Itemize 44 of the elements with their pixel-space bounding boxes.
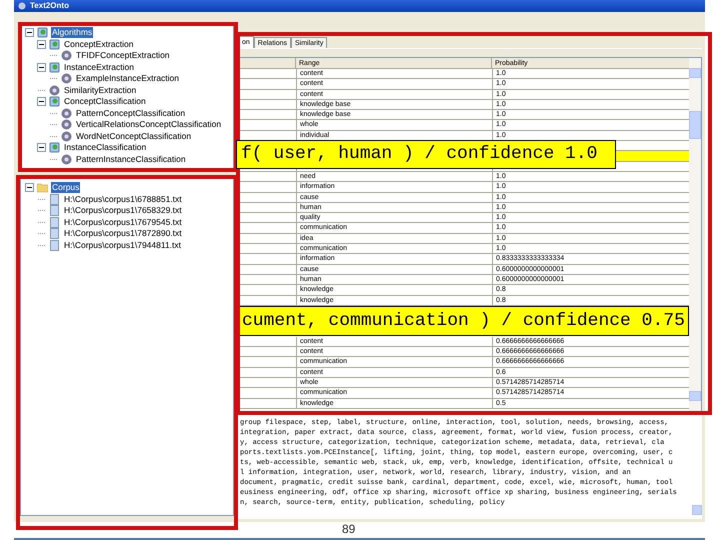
callout-tooltip: f( user, human ) / confidence 1.0	[236, 140, 616, 169]
gear-icon	[61, 73, 72, 84]
algorithm-icon	[49, 142, 60, 154]
tree-item[interactable]: H:\Corpus\corpus1\7679545.txt	[63, 216, 183, 228]
callout: cument, communication ) / confidence 0.75	[239, 306, 689, 336]
tree-item[interactable]: TFIDFConceptExtraction	[75, 50, 171, 62]
tree-item[interactable]: Algorithms	[51, 27, 94, 38]
algorithm-icon	[37, 27, 48, 38]
tree-item[interactable]: PatternInstanceClassification	[75, 154, 187, 165]
document-icon	[49, 228, 60, 240]
gear-icon	[61, 119, 72, 130]
tree-item[interactable]: Corpus	[51, 182, 80, 194]
document-icon	[49, 240, 60, 251]
gear-icon	[61, 108, 72, 119]
text-area[interactable]	[238, 415, 702, 519]
gear-icon	[61, 50, 72, 62]
tree-item[interactable]: ExampleInstanceExtraction	[75, 73, 180, 84]
tree-item[interactable]: WordNetConceptClassification	[75, 130, 192, 142]
tree-item[interactable]: SimilarityExtraction	[63, 84, 138, 96]
tree-item[interactable]: H:\Corpus\corpus1\7944811.txt	[63, 240, 182, 251]
tree-item[interactable]: ConceptClassification	[63, 96, 147, 108]
folder-icon	[37, 182, 48, 194]
algorithm-icon	[49, 96, 60, 108]
gear-icon	[61, 154, 72, 165]
document-icon	[49, 194, 60, 205]
scroll-down-button[interactable]	[692, 505, 702, 515]
gear-icon	[61, 130, 72, 142]
algorithm-icon	[49, 38, 60, 50]
window-title: Text2Onto	[30, 2, 69, 10]
algorithm-icon	[49, 62, 60, 73]
tree-item[interactable]: PatternConceptClassification	[75, 108, 186, 119]
document-icon	[49, 216, 60, 228]
tree-item[interactable]: H:\Corpus\corpus1\7658329.txt	[63, 205, 183, 216]
app-icon	[18, 2, 26, 10]
tree-item[interactable]: H:\Corpus\corpus1\7872890.txt	[63, 228, 183, 240]
tree-item[interactable]: ConceptExtraction	[63, 38, 134, 50]
tree-item[interactable]: InstanceExtraction	[63, 62, 135, 73]
tree-item[interactable]: InstanceClassification	[63, 142, 148, 154]
page-number: 89	[342, 522, 356, 536]
tree-item[interactable]: H:\Corpus\corpus1\6788851.txt	[63, 194, 183, 205]
tree-item[interactable]: VerticalRelationsConceptClassification	[75, 119, 222, 130]
gear-icon	[49, 84, 60, 96]
document-icon	[49, 205, 60, 216]
scrollbar[interactable]	[689, 58, 701, 411]
